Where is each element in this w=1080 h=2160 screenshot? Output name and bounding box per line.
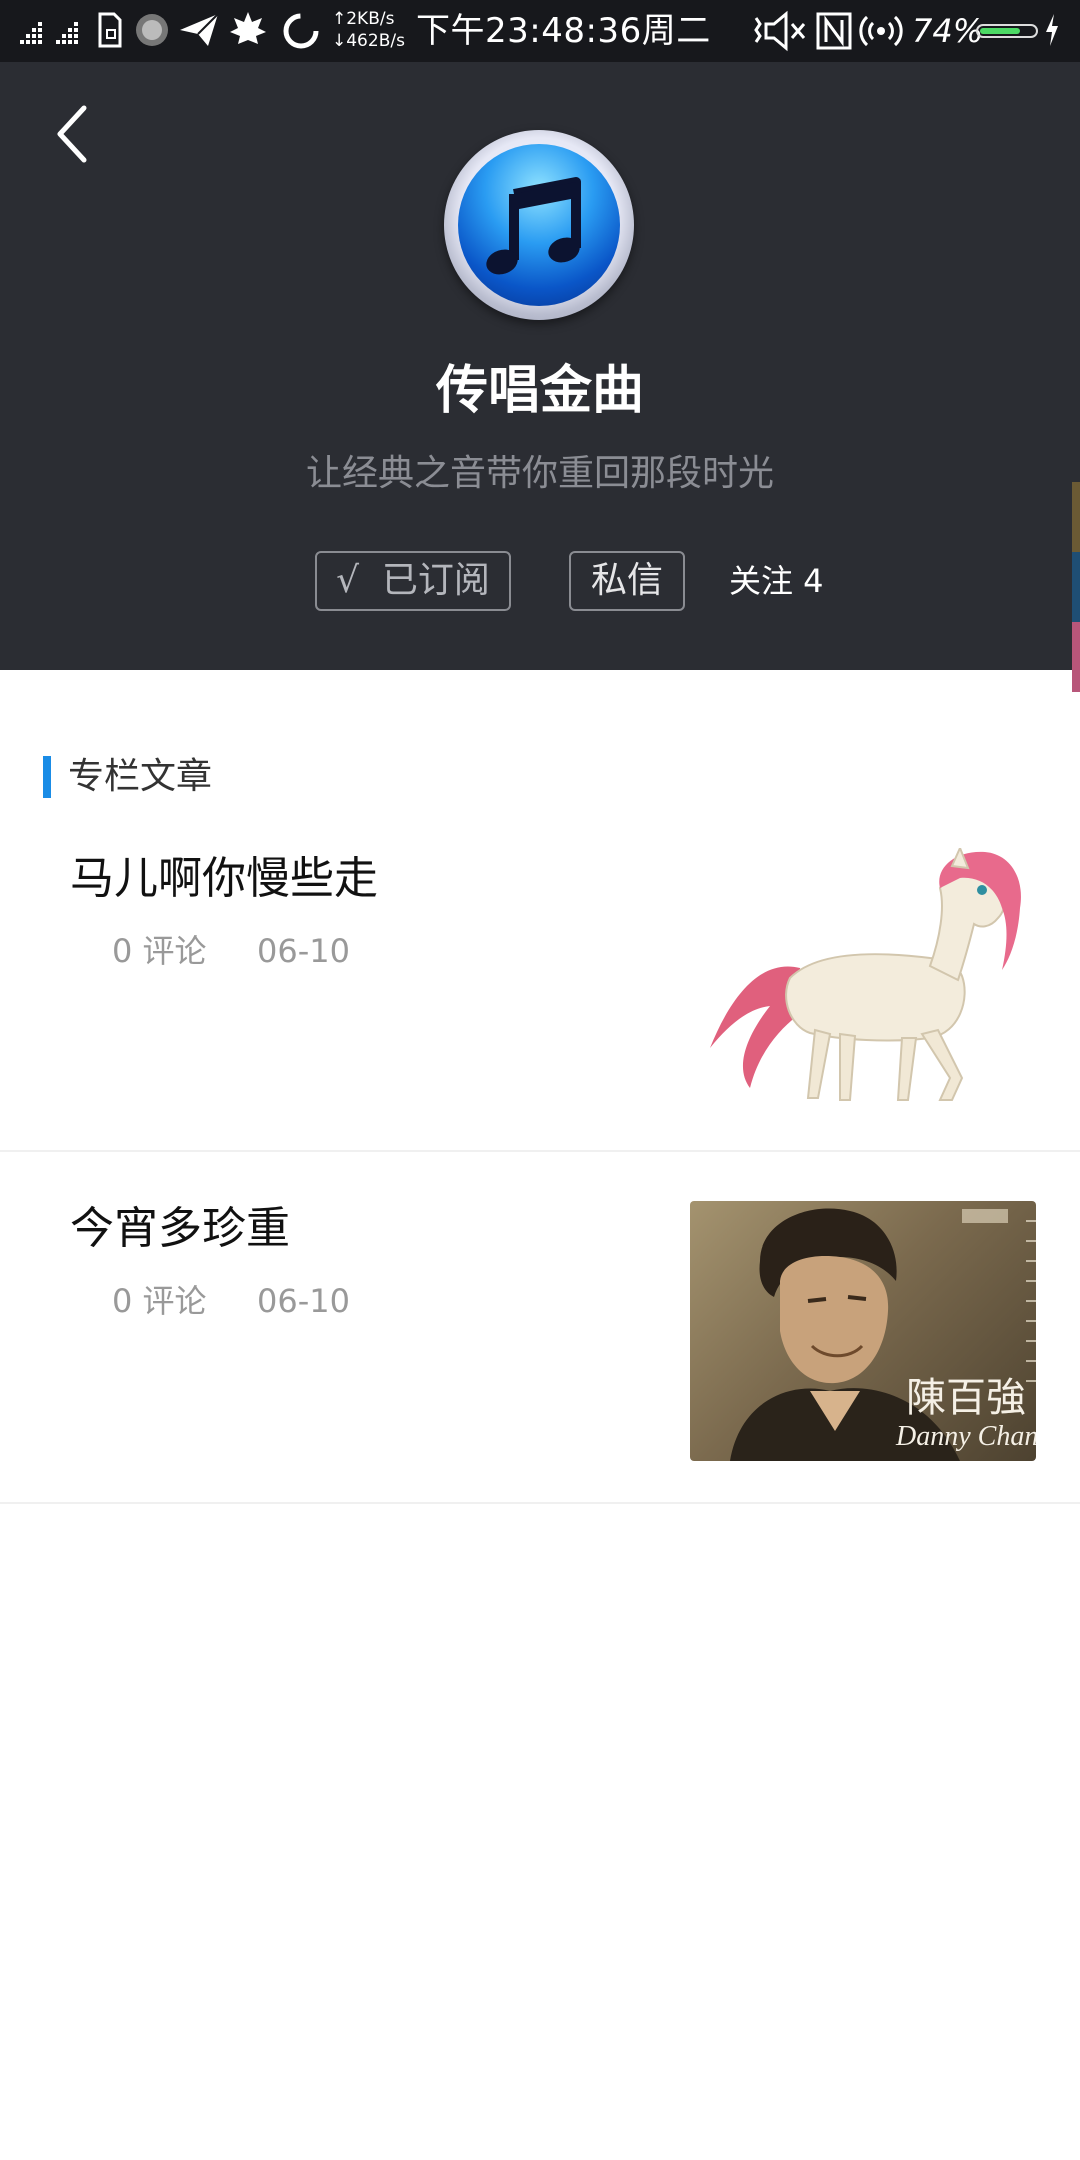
- signal-icon: [20, 22, 78, 44]
- section-accent-bar: [43, 756, 51, 798]
- section-title: 专栏文章: [68, 756, 213, 797]
- mute-icon: [754, 10, 806, 52]
- back-arrow-icon[interactable]: [44, 92, 104, 182]
- article-thumbnail: [690, 848, 1036, 1108]
- comment-count: 0 评论: [112, 932, 207, 970]
- loading-icon: [136, 14, 168, 46]
- maple-leaf-icon: [230, 12, 266, 44]
- article-item[interactable]: 今宵多珍重 0 评论 06-10 陳百強 Danny Chan: [0, 1152, 1080, 1502]
- message-button[interactable]: 私信: [569, 551, 685, 611]
- article-date: 06-10: [257, 932, 350, 970]
- charging-icon: [1046, 14, 1058, 46]
- channel-title: 传唱金曲: [435, 361, 644, 421]
- article-title: 马儿啊你慢些走: [70, 853, 378, 904]
- sim-card-icon: [98, 12, 122, 48]
- album-cover-image: 陳百強 Danny Chan: [730, 1208, 1036, 1461]
- article-title: 今宵多珍重: [70, 1203, 290, 1254]
- nfc-icon: [816, 12, 852, 50]
- download-speed: ↓462B/s: [332, 31, 405, 51]
- status-bar: ↑2KB/s ↓462B/s 下午23:48:36周二 74%: [0, 0, 1080, 62]
- battery-icon: [976, 24, 1038, 38]
- edge-decoration: [1072, 622, 1080, 692]
- sync-icon: [283, 13, 319, 49]
- battery-fill: [980, 28, 1020, 34]
- channel-header: 传唱金曲 让经典之音带你重回那段时光 √ 已订阅 私信 关注 4: [0, 62, 1080, 692]
- paper-plane-icon: [180, 13, 219, 46]
- follow-count[interactable]: 关注 4: [729, 559, 824, 603]
- clock: 下午23:48:36周二: [416, 11, 711, 51]
- cover-name-en: Danny Chan: [895, 1421, 1036, 1452]
- pony-image: [710, 848, 1021, 1101]
- channel-subtitle: 让经典之音带你重回那段时光: [305, 453, 774, 494]
- channel-logo: [444, 130, 634, 320]
- battery-percent: 74%: [912, 12, 984, 50]
- music-note-icon: [486, 177, 581, 275]
- cover-name-cn: 陳百強: [906, 1375, 1026, 1420]
- article-thumbnail: 陳百強 Danny Chan: [690, 1201, 1036, 1461]
- divider: [0, 1502, 1080, 1504]
- comment-count: 0 评论: [112, 1282, 207, 1320]
- network-speed: ↑2KB/s ↓462B/s: [332, 8, 405, 52]
- logo-disc: [458, 144, 620, 306]
- hotspot-icon: [859, 15, 903, 47]
- article-item[interactable]: 马儿啊你慢些走 0 评论 06-10: [0, 830, 1080, 1150]
- edge-decoration: [1072, 552, 1080, 622]
- subscribed-button[interactable]: √ 已订阅: [315, 551, 511, 611]
- article-date: 06-10: [257, 1282, 350, 1320]
- upload-speed: ↑2KB/s: [332, 9, 395, 29]
- edge-decoration: [1072, 482, 1080, 552]
